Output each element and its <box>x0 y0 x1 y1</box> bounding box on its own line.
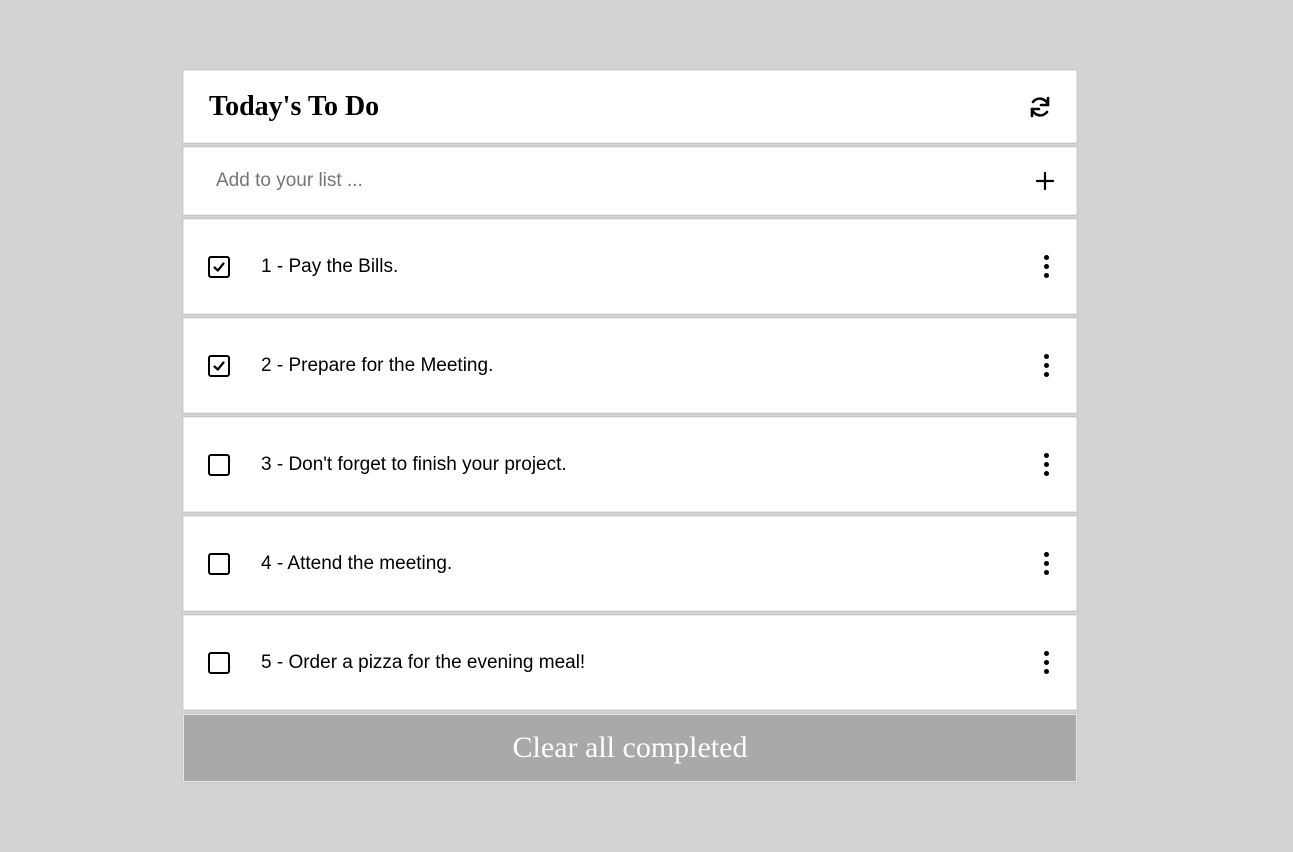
clear-completed-button[interactable]: Clear all completed <box>182 713 1078 783</box>
item-label: 2 - Prepare for the Meeting. <box>261 354 494 376</box>
checkbox-checked[interactable] <box>208 255 230 278</box>
plus-icon[interactable] <box>1036 172 1054 190</box>
list-item: 5 - Order a pizza for the evening meal! <box>182 614 1078 711</box>
checkbox[interactable] <box>208 453 230 476</box>
checkbox[interactable] <box>208 651 230 674</box>
more-options-icon[interactable] <box>1036 651 1056 674</box>
checkbox[interactable] <box>208 552 230 575</box>
todo-app: Today's To Do 1 - Pay the Bills. <box>182 69 1078 783</box>
more-options-icon[interactable] <box>1036 552 1056 575</box>
more-options-icon[interactable] <box>1036 354 1056 377</box>
more-options-icon[interactable] <box>1036 255 1056 278</box>
list-item: 1 - Pay the Bills. <box>182 218 1078 315</box>
refresh-icon[interactable] <box>1028 95 1052 119</box>
more-options-icon[interactable] <box>1036 453 1056 476</box>
header: Today's To Do <box>182 69 1078 144</box>
item-label: 5 - Order a pizza for the evening meal! <box>261 651 586 673</box>
list-item: 3 - Don't forget to finish your project. <box>182 416 1078 513</box>
todo-list: 1 - Pay the Bills. 2 - Prepare for the M… <box>182 218 1078 711</box>
item-label: 3 - Don't forget to finish your project. <box>261 453 567 475</box>
item-label: 1 - Pay the Bills. <box>261 255 399 277</box>
add-item-input[interactable] <box>216 170 996 192</box>
add-item-row <box>182 146 1078 216</box>
list-item: 2 - Prepare for the Meeting. <box>182 317 1078 414</box>
checkbox-checked[interactable] <box>208 354 230 377</box>
item-label: 4 - Attend the meeting. <box>261 552 453 574</box>
checkmark-icon <box>213 360 225 371</box>
list-item: 4 - Attend the meeting. <box>182 515 1078 612</box>
checkmark-icon <box>213 261 225 272</box>
page-title: Today's To Do <box>209 90 380 122</box>
